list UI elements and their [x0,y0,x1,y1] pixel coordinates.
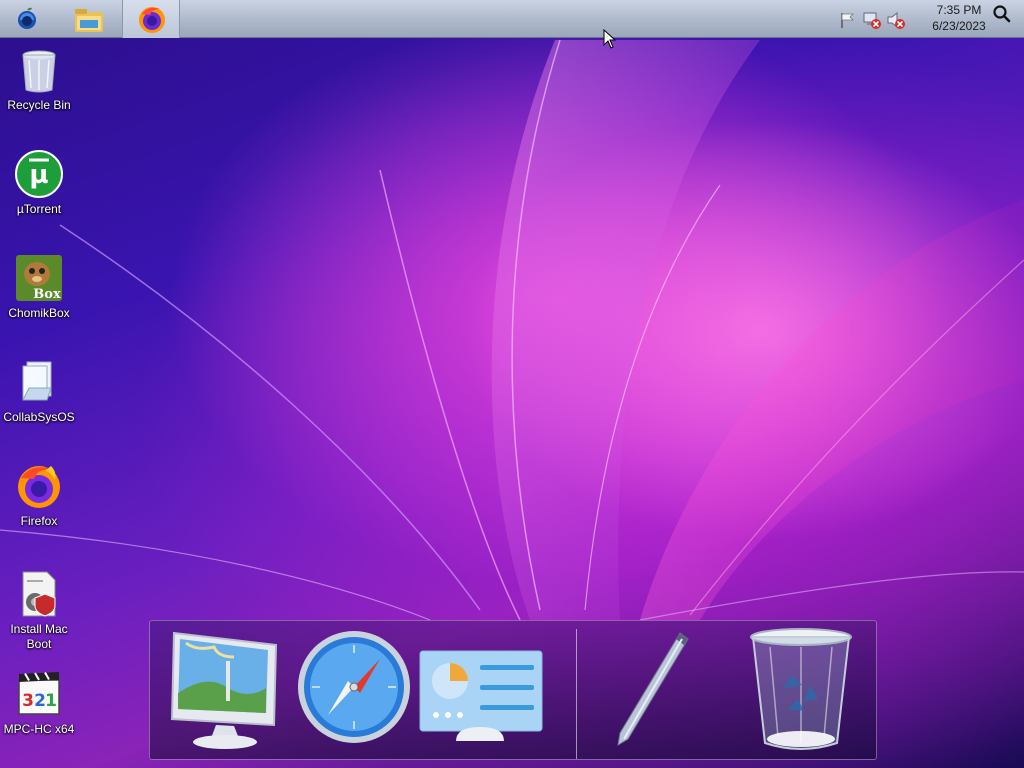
firefox-icon [139,7,165,33]
desktop-icon-label: ChomikBox [8,306,70,320]
desktop-icon-mpc-hc[interactable]: 3 2 1 MPC-HC x64 [0,670,78,737]
folder-icon [75,9,103,32]
desktop-icon-label: Firefox [20,514,58,528]
dock-item-desktop[interactable] [166,629,278,756]
dock-item-trash[interactable] [748,625,854,758]
search-icon[interactable] [992,4,1012,24]
firefox-icon [15,462,63,510]
desktop-icon-label: Recycle Bin [7,98,71,112]
desktop-icon-firefox[interactable]: Firefox [0,462,78,529]
clock-date: 6/23/2023 [932,19,986,33]
desktop-monitor-icon [170,631,278,749]
desktop-icon-label: MPC-HC x64 [3,722,75,736]
recycle-bin-icon [15,46,63,94]
volume-muted-icon[interactable] [886,10,906,30]
dock-item-control-panel[interactable] [418,645,544,754]
dock [149,620,877,760]
desktop-icon-label: µTorrent [16,202,62,216]
desktop-icon-collabsysos[interactable]: CollabSysOS [0,358,78,425]
action-center-flag-icon[interactable] [838,10,858,30]
system-clock[interactable]: 7:35 PM 6/23/2023 [920,2,998,34]
chomikbox-icon: Box [15,254,63,302]
top-menu-bar: 7:35 PM 6/23/2023 [0,0,1024,38]
pen-icon [617,632,689,746]
mouse-cursor-icon [603,28,617,54]
folder-files-icon [15,358,63,406]
svg-text:µ: µ [29,160,48,190]
desktop-icon-utorrent[interactable]: µ µTorrent [0,150,78,217]
clock-time: 7:35 PM [936,3,982,17]
installer-icon [15,570,63,618]
trash-icon [750,628,852,750]
network-disconnected-icon[interactable] [862,10,882,30]
control-panel-icon [419,650,543,741]
dock-divider [576,629,577,759]
svg-text:1: 1 [45,691,57,711]
desktop[interactable]: 7:35 PM 6/23/2023 Recycle Bin µ µTorrent… [0,0,1024,768]
taskbar-item-firefox[interactable] [122,0,180,38]
svg-text:Box: Box [33,287,61,302]
mpc-hc-icon: 3 2 1 [15,670,63,718]
taskbar-item-file-explorer[interactable] [60,0,118,38]
dock-item-safari[interactable] [296,629,412,750]
desktop-icon-label: Install Mac Boot [10,622,68,651]
desktop-icon-install-mac-boot[interactable]: Install Mac Boot [0,570,78,652]
safari-compass-icon [298,631,410,743]
desktop-icon-recycle-bin[interactable]: Recycle Bin [0,46,78,113]
desktop-icon-label: CollabSysOS [3,410,75,424]
svg-text:3: 3 [22,691,34,711]
dock-item-pen[interactable] [600,627,700,756]
utorrent-icon: µ [15,150,63,198]
desktop-icon-chomikbox[interactable]: Box ChomikBox [0,254,78,321]
apple-logo-icon[interactable] [12,6,42,32]
